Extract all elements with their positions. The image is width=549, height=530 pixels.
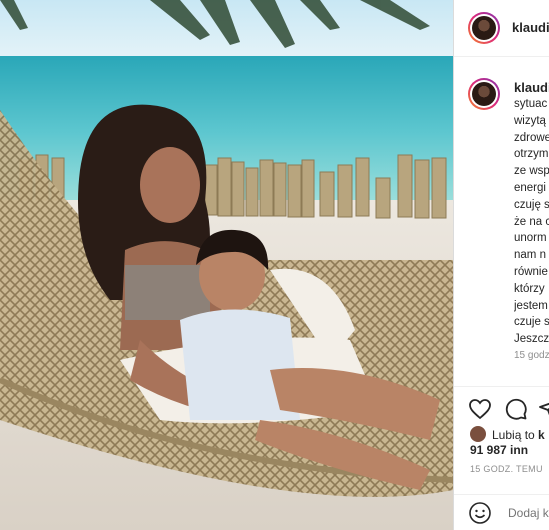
caption-line: nam n [514,249,546,262]
caption-line: otrzym [514,148,549,161]
caption-line: unorm [514,232,547,245]
profile-avatar[interactable] [468,12,500,44]
caption-line: że na c [514,215,549,228]
likes-count[interactable]: 91 987 inn [470,443,528,457]
caption-line: sytuac [514,98,548,110]
caption-avatar[interactable] [468,78,500,110]
post-time[interactable]: 15 GODZ. TEMU [470,464,543,474]
caption-line: Jeszcz [514,333,549,346]
caption-username[interactable]: klaudia [514,80,549,95]
share-icon[interactable] [538,397,549,421]
comment-bar [454,494,549,530]
emoji-icon[interactable] [468,501,492,525]
liked-by-avatar[interactable] [470,426,486,442]
post-side-panel: klaudia klaudia sytuac wizytą zdrowe otrzym… [453,0,549,530]
caption-line: energi [514,181,546,194]
caption-line: którzy [514,282,545,295]
comment-icon[interactable] [504,397,528,421]
caption-line: czuje s [514,316,549,329]
caption-text: sytuac wizytą zdrowe otrzym ze wsp energi czuj… [514,96,549,348]
caption-line: czuję s [514,198,549,211]
post-photo[interactable] [0,0,453,530]
liked-by-name[interactable]: k [538,428,545,442]
liked-by-text: Lubią to k [492,428,545,442]
caption-line: ze wsp [514,165,549,178]
header-username[interactable]: klaudia [512,20,549,35]
liked-by-prefix: Lubią to [492,428,535,442]
caption-time: 15 godz [514,350,549,361]
heart-icon[interactable] [468,397,492,421]
caption-line: wizytą [514,114,546,127]
beach-photo-illustration [0,0,453,530]
caption-line: jestem [514,299,548,312]
comment-input[interactable] [506,505,549,521]
caption-line: zdrowe [514,131,549,144]
post-header: klaudia [454,0,549,57]
caption-line: równie [514,265,548,278]
